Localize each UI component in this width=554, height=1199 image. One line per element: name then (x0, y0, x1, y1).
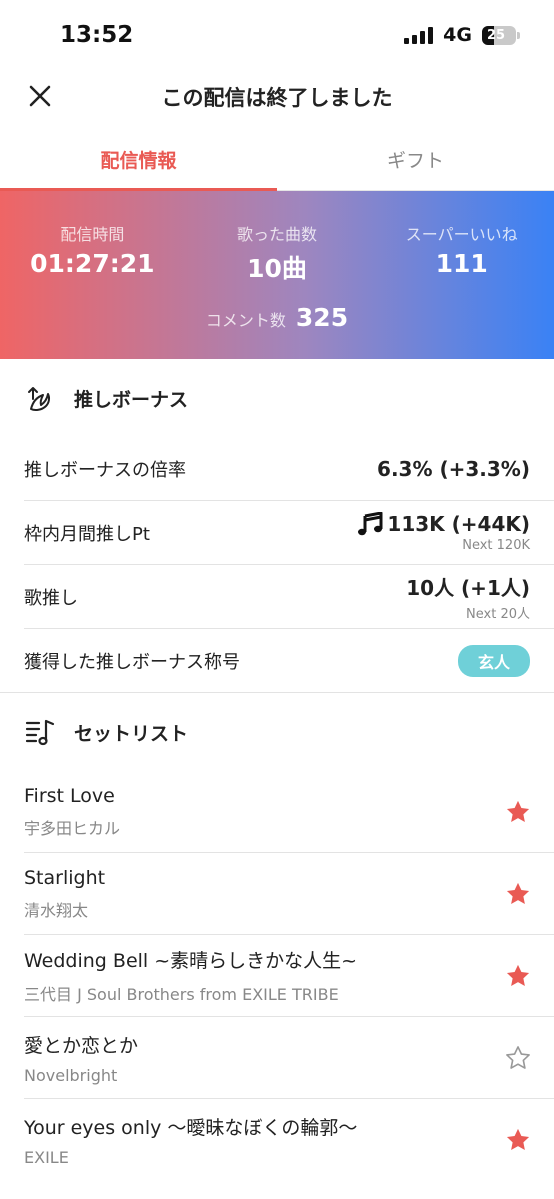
cellular-signal-icon (404, 26, 434, 44)
song-artist: 三代目 J Soul Brothers from EXILE TRIBE (24, 985, 339, 1004)
stat-songs-value: 10曲 (247, 254, 307, 283)
network-type: 4G (443, 24, 472, 46)
bonus-section-title: 推しボーナス (74, 388, 189, 411)
star-outline-icon[interactable] (504, 1044, 532, 1072)
song-title: 愛とか恋とか (24, 1034, 139, 1057)
song-artist: 清水翔太 (24, 900, 89, 920)
bonus-wing-icon (28, 387, 51, 411)
song-artist: EXILE (24, 1147, 69, 1167)
stat-songs-label: 歌った曲数 (237, 225, 318, 244)
stat-superlike-label: スーパーいいね (405, 225, 518, 244)
setlist-section-title: セットリスト (74, 722, 189, 745)
tab-bar: 配信情報 ギフト (0, 122, 554, 191)
monthly-points-row: 枠内月間推しPt 113K (+44K) Next 120K (24, 501, 554, 565)
stat-superlike: スーパーいいね 111 (369, 221, 554, 285)
header: この配信は終了しました (0, 72, 554, 122)
stat-comments-value: 325 (295, 303, 349, 332)
setlist-music-icon (25, 719, 55, 746)
status-bar: 13:52 4G 25 (0, 0, 554, 72)
song-supporters-value: 10人 (+1人) (406, 575, 530, 600)
page-title: この配信は終了しました (161, 86, 393, 110)
setlist-item[interactable]: Wedding Bell ~素晴らしきかな人生~ 三代目 J Soul Brot… (24, 935, 554, 1017)
status-icons: 4G 25 (404, 24, 520, 46)
song-title: Wedding Bell ~素晴らしきかな人生~ (24, 950, 358, 972)
battery-icon: 25 (482, 25, 520, 45)
star-filled-icon[interactable] (504, 798, 532, 826)
monthly-points-label: 枠内月間推しPt (24, 523, 150, 545)
bonus-title-label: 獲得した推しボーナス称号 (24, 651, 240, 673)
stream-stats-panel: 配信時間 01:27:21 歌った曲数 10曲 スーパーいいね 111 コメント… (0, 191, 554, 359)
stat-comments: コメント数 325 (0, 303, 554, 332)
star-filled-icon[interactable] (504, 962, 532, 990)
stat-duration: 配信時間 01:27:21 (0, 221, 185, 285)
stat-comments-label: コメント数 (205, 311, 286, 330)
bonus-list: 推しボーナスの倍率 6.3% (+3.3%) 枠内月間推しPt 113K (+4… (0, 437, 554, 692)
song-artist: 宇多田ヒカル (24, 818, 121, 838)
setlist-item[interactable]: Starlight 清水翔太 (24, 853, 554, 935)
star-filled-icon[interactable] (504, 880, 532, 908)
setlist: First Love 宇多田ヒカル Starlight 清水翔太 Wedding… (0, 771, 554, 1180)
tab-gifts[interactable]: ギフト (277, 122, 554, 190)
battery-level: 25 (487, 27, 506, 43)
bonus-rate-row: 推しボーナスの倍率 6.3% (+3.3%) (24, 437, 554, 501)
song-title: Starlight (24, 866, 106, 889)
setlist-item[interactable]: 愛とか恋とか Novelbright (24, 1017, 554, 1099)
stat-duration-label: 配信時間 (60, 225, 125, 244)
setlist-item[interactable]: Your eyes only 〜曖昧なぼくの輪郭〜 EXILE (24, 1099, 554, 1180)
monthly-points-value: 113K (+44K) (387, 512, 530, 536)
bonus-rate-value: 6.3% (+3.3%) (377, 456, 530, 481)
song-title: First Love (24, 784, 115, 807)
setlist-item[interactable]: First Love 宇多田ヒカル (24, 771, 554, 853)
monthly-points-next: Next 120K (462, 538, 530, 553)
stat-superlike-value: 111 (435, 249, 488, 278)
bonus-section-header: 推しボーナス (0, 359, 554, 437)
bonus-title-row: 獲得した推しボーナス称号 玄人 (24, 629, 554, 692)
music-note-icon (358, 512, 383, 536)
song-supporters-label: 歌推し (24, 587, 78, 609)
bonus-rate-label: 推しボーナスの倍率 (24, 459, 186, 481)
tab-stream-info[interactable]: 配信情報 (0, 122, 277, 190)
bonus-title-badge: 玄人 (457, 644, 530, 677)
song-artist: Novelbright (24, 1065, 118, 1085)
stat-songs: 歌った曲数 10曲 (185, 221, 370, 285)
song-supporters-next: Next 20人 (466, 606, 530, 622)
star-filled-icon[interactable] (504, 1126, 532, 1154)
song-supporters-row: 歌推し 10人 (+1人) Next 20人 (24, 565, 554, 629)
stat-duration-value: 01:27:21 (30, 249, 155, 278)
status-time: 13:52 (60, 22, 134, 48)
setlist-section-header: セットリスト (0, 693, 554, 771)
song-title: Your eyes only 〜曖昧なぼくの輪郭〜 (24, 1116, 358, 1139)
